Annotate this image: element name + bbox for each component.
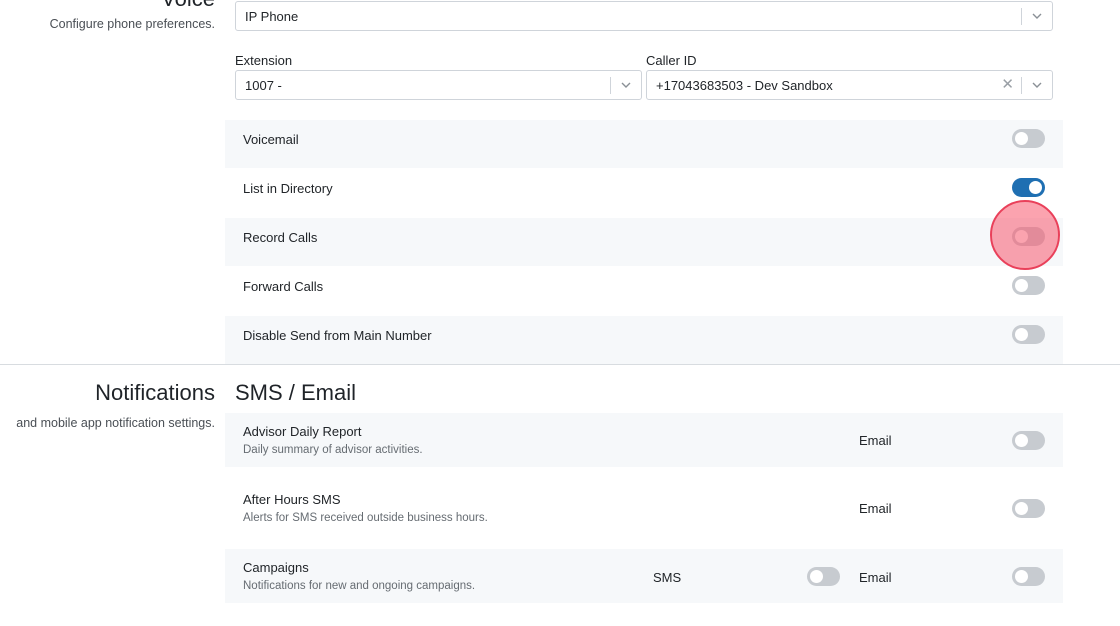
email-channel-label: Email [859, 570, 892, 585]
toggle-knob [1015, 328, 1028, 341]
notifications-section-title: Notifications [95, 380, 215, 405]
setting-label: Forward Calls [243, 279, 324, 294]
toggle-knob [1015, 502, 1028, 515]
caller-id-value: +17043683503 - Dev Sandbox [656, 78, 833, 93]
disable-send-main-toggle[interactable] [1012, 325, 1045, 344]
toggle-knob [1015, 570, 1028, 583]
extension-value: 1007 - [245, 78, 282, 93]
setting-row-list-in-directory: List in Directory [225, 169, 1063, 217]
notification-description: Notifications for new and ongoing campai… [243, 580, 476, 592]
notification-row-advisor-daily-report: Advisor Daily Report Daily summary of ad… [225, 413, 1063, 467]
extension-label: Extension [235, 53, 293, 68]
notification-description: Daily summary of advisor activities. [243, 444, 423, 456]
toggle-knob [1029, 181, 1042, 194]
sms-email-heading: SMS / Email [235, 380, 357, 405]
voice-section-title: Voice [161, 0, 215, 12]
campaigns-email-toggle[interactable] [1012, 567, 1045, 586]
campaigns-sms-toggle[interactable] [807, 567, 840, 586]
chevron-down-icon[interactable] [1030, 9, 1044, 23]
select-separator [1021, 77, 1022, 94]
toggle-knob [810, 570, 823, 583]
setting-label: List in Directory [243, 181, 333, 196]
voicemail-toggle[interactable] [1012, 129, 1045, 148]
voice-section-subtitle: Configure phone preferences. [49, 17, 215, 31]
setting-row-forward-calls: Forward Calls [225, 267, 1063, 315]
phone-device-select[interactable]: IP Phone [235, 1, 1053, 31]
advisor-daily-report-email-toggle[interactable] [1012, 431, 1045, 450]
caller-id-label: Caller ID [646, 53, 697, 68]
select-separator [1021, 8, 1022, 25]
setting-row-voicemail: Voicemail [225, 120, 1063, 168]
caller-id-select[interactable]: +17043683503 - Dev Sandbox ✕ [646, 70, 1053, 100]
chevron-down-icon[interactable] [619, 78, 633, 92]
extension-select[interactable]: 1007 - [235, 70, 642, 100]
notification-label: Advisor Daily Report [243, 424, 362, 439]
setting-label: Disable Send from Main Number [243, 328, 432, 343]
toggle-knob [1015, 279, 1028, 292]
email-channel-label: Email [859, 501, 892, 516]
setting-row-record-calls: Record Calls [225, 218, 1063, 266]
notification-description: Alerts for SMS received outside business… [243, 512, 488, 524]
chevron-down-icon[interactable] [1030, 78, 1044, 92]
notifications-section-subtitle: and mobile app notification settings. [16, 416, 215, 430]
email-channel-label: Email [859, 433, 892, 448]
click-indicator [990, 200, 1060, 270]
forward-calls-toggle[interactable] [1012, 276, 1045, 295]
sms-channel-label: SMS [653, 570, 682, 585]
setting-label: Record Calls [243, 230, 318, 245]
after-hours-sms-email-toggle[interactable] [1012, 499, 1045, 518]
toggle-knob [1015, 434, 1028, 447]
setting-row-disable-send-main: Disable Send from Main Number [225, 316, 1063, 364]
clear-icon[interactable]: ✕ [1001, 76, 1014, 94]
notification-label: Campaigns [243, 560, 309, 575]
list-in-directory-toggle[interactable] [1012, 178, 1045, 197]
notification-label: After Hours SMS [243, 492, 341, 507]
setting-label: Voicemail [243, 132, 299, 147]
section-divider [0, 364, 1120, 365]
notification-row-campaigns: Campaigns Notifications for new and ongo… [225, 549, 1063, 603]
toggle-knob [1015, 132, 1028, 145]
select-separator [610, 77, 611, 94]
notification-row-after-hours-sms: After Hours SMS Alerts for SMS received … [225, 481, 1063, 535]
phone-device-value: IP Phone [245, 9, 299, 24]
